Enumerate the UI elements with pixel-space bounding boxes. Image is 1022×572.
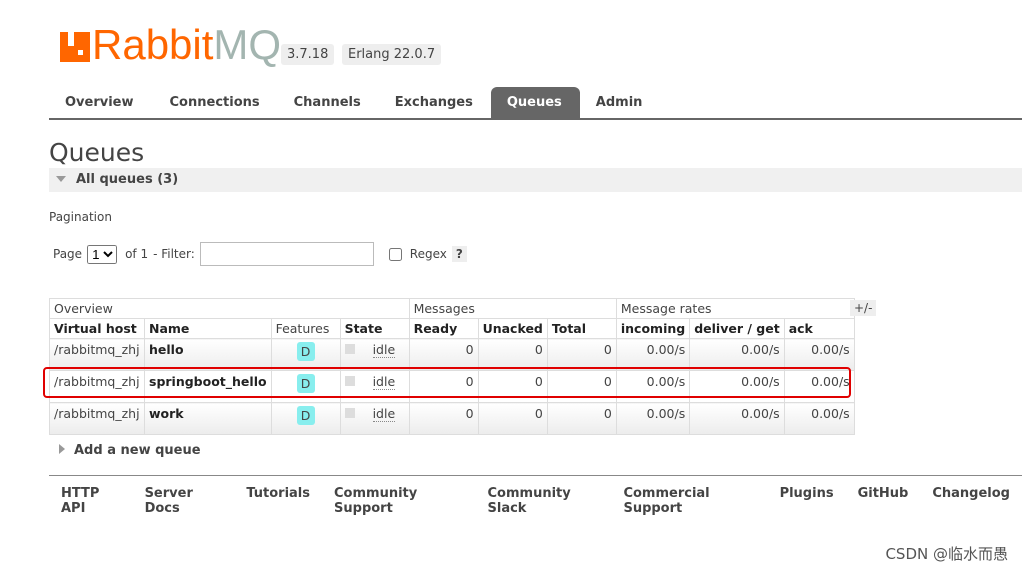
- page-select[interactable]: 1: [87, 244, 118, 264]
- footer-link[interactable]: Community Support: [334, 486, 463, 516]
- col-deliver-get[interactable]: deliver / get: [689, 318, 785, 339]
- total-cell: 0: [546, 402, 617, 435]
- footer-link[interactable]: GitHub: [858, 486, 909, 516]
- ack-rate-cell: 0.00/s: [783, 338, 855, 371]
- page-title: Queues: [49, 138, 145, 167]
- footer-link[interactable]: HTTP API: [61, 486, 121, 516]
- col-unacked[interactable]: Unacked: [477, 318, 548, 339]
- col-name[interactable]: Name: [144, 318, 272, 339]
- footer-link[interactable]: Plugins: [780, 486, 834, 516]
- logo-text: Rabbit: [92, 21, 214, 68]
- logo-text-mq: MQ: [213, 21, 282, 68]
- queue-name-link[interactable]: work: [144, 402, 272, 435]
- all-queues-toggle[interactable]: All queues (3): [49, 168, 1022, 192]
- table-row[interactable]: /rabbitmq_zhj hello D idle 0 0 0 0.00/s …: [49, 338, 855, 371]
- regex-help-button[interactable]: ?: [451, 246, 467, 262]
- add-queue-label: Add a new queue: [74, 443, 201, 458]
- tab-queues[interactable]: Queues: [490, 87, 580, 118]
- page-label: Page: [53, 247, 83, 261]
- footer-link[interactable]: Community Slack: [488, 486, 600, 516]
- footer-link[interactable]: Tutorials: [246, 486, 310, 516]
- collapse-triangle-icon: [56, 176, 66, 182]
- pagination-controls: Page 1 of 1 - Filter: Regex ?: [53, 242, 467, 266]
- deliver-rate-cell: 0.00/s: [689, 338, 785, 371]
- incoming-rate-cell: 0.00/s: [615, 402, 691, 435]
- expand-triangle-icon: [59, 444, 65, 454]
- total-cell: 0: [546, 338, 617, 371]
- filter-input[interactable]: [199, 242, 374, 266]
- state-indicator-icon: [344, 408, 355, 418]
- rabbit-icon: [60, 32, 90, 62]
- highlight-box: [43, 367, 851, 398]
- page-count: of 1: [125, 247, 149, 261]
- state-cell: idle: [339, 402, 410, 435]
- col-state[interactable]: State: [339, 318, 410, 339]
- durable-badge: D: [296, 406, 315, 425]
- columns-toggle-button[interactable]: +/-: [850, 300, 877, 316]
- unacked-cell: 0: [477, 402, 548, 435]
- col-ready[interactable]: Ready: [408, 318, 479, 339]
- watermark: CSDN @临水而愚: [885, 545, 1008, 563]
- tab-exchanges[interactable]: Exchanges: [379, 87, 491, 118]
- filter-label: - Filter:: [153, 247, 195, 261]
- tab-connections[interactable]: Connections: [154, 87, 278, 118]
- regex-label: Regex: [409, 247, 447, 261]
- queue-name-link[interactable]: hello: [144, 338, 272, 371]
- tab-admin[interactable]: Admin: [580, 87, 661, 118]
- col-incoming[interactable]: incoming: [615, 318, 691, 339]
- rabbitmq-logo: Rabbit MQ: [60, 21, 282, 68]
- col-features: Features: [270, 318, 341, 339]
- footer-link[interactable]: Server Docs: [145, 486, 223, 516]
- tab-channels[interactable]: Channels: [278, 87, 379, 118]
- unacked-cell: 0: [477, 338, 548, 371]
- ready-cell: 0: [408, 338, 479, 371]
- state-indicator-icon: [344, 344, 355, 354]
- incoming-rate-cell: 0.00/s: [615, 338, 691, 371]
- ready-cell: 0: [408, 402, 479, 435]
- state-label: idle: [372, 406, 396, 422]
- main-nav: Overview Connections Channels Exchanges …: [49, 87, 1022, 120]
- vhost-cell: /rabbitmq_zhj: [49, 402, 145, 435]
- erlang-badge: Erlang 22.0.7: [342, 44, 442, 65]
- footer: HTTP API Server Docs Tutorials Community Su…: [49, 475, 1022, 516]
- ack-rate-cell: 0.00/s: [783, 402, 855, 435]
- group-messages: Messages: [408, 298, 617, 319]
- features-cell: D: [270, 402, 341, 435]
- group-overview: Overview: [49, 298, 410, 319]
- state-label: idle: [372, 342, 396, 358]
- tab-overview[interactable]: Overview: [49, 87, 152, 118]
- state-cell: idle: [339, 338, 410, 371]
- vhost-cell: /rabbitmq_zhj: [49, 338, 145, 371]
- deliver-rate-cell: 0.00/s: [689, 402, 785, 435]
- table-row[interactable]: /rabbitmq_zhj work D idle 0 0 0 0.00/s 0…: [49, 402, 855, 435]
- footer-link[interactable]: Commercial Support: [623, 486, 755, 516]
- col-virtual-host[interactable]: Virtual host: [49, 318, 145, 339]
- col-total[interactable]: Total: [546, 318, 617, 339]
- section-title: All queues (3): [76, 172, 179, 187]
- group-message-rates: Message rates: [615, 298, 855, 319]
- version-badge: 3.7.18: [281, 44, 335, 65]
- regex-checkbox[interactable]: [388, 247, 402, 261]
- add-queue-toggle[interactable]: Add a new queue: [49, 443, 201, 458]
- features-cell: D: [270, 338, 341, 371]
- footer-link[interactable]: Changelog: [932, 486, 1010, 516]
- pagination-label: Pagination: [49, 210, 112, 224]
- col-ack[interactable]: ack: [783, 318, 855, 339]
- durable-badge: D: [296, 342, 315, 361]
